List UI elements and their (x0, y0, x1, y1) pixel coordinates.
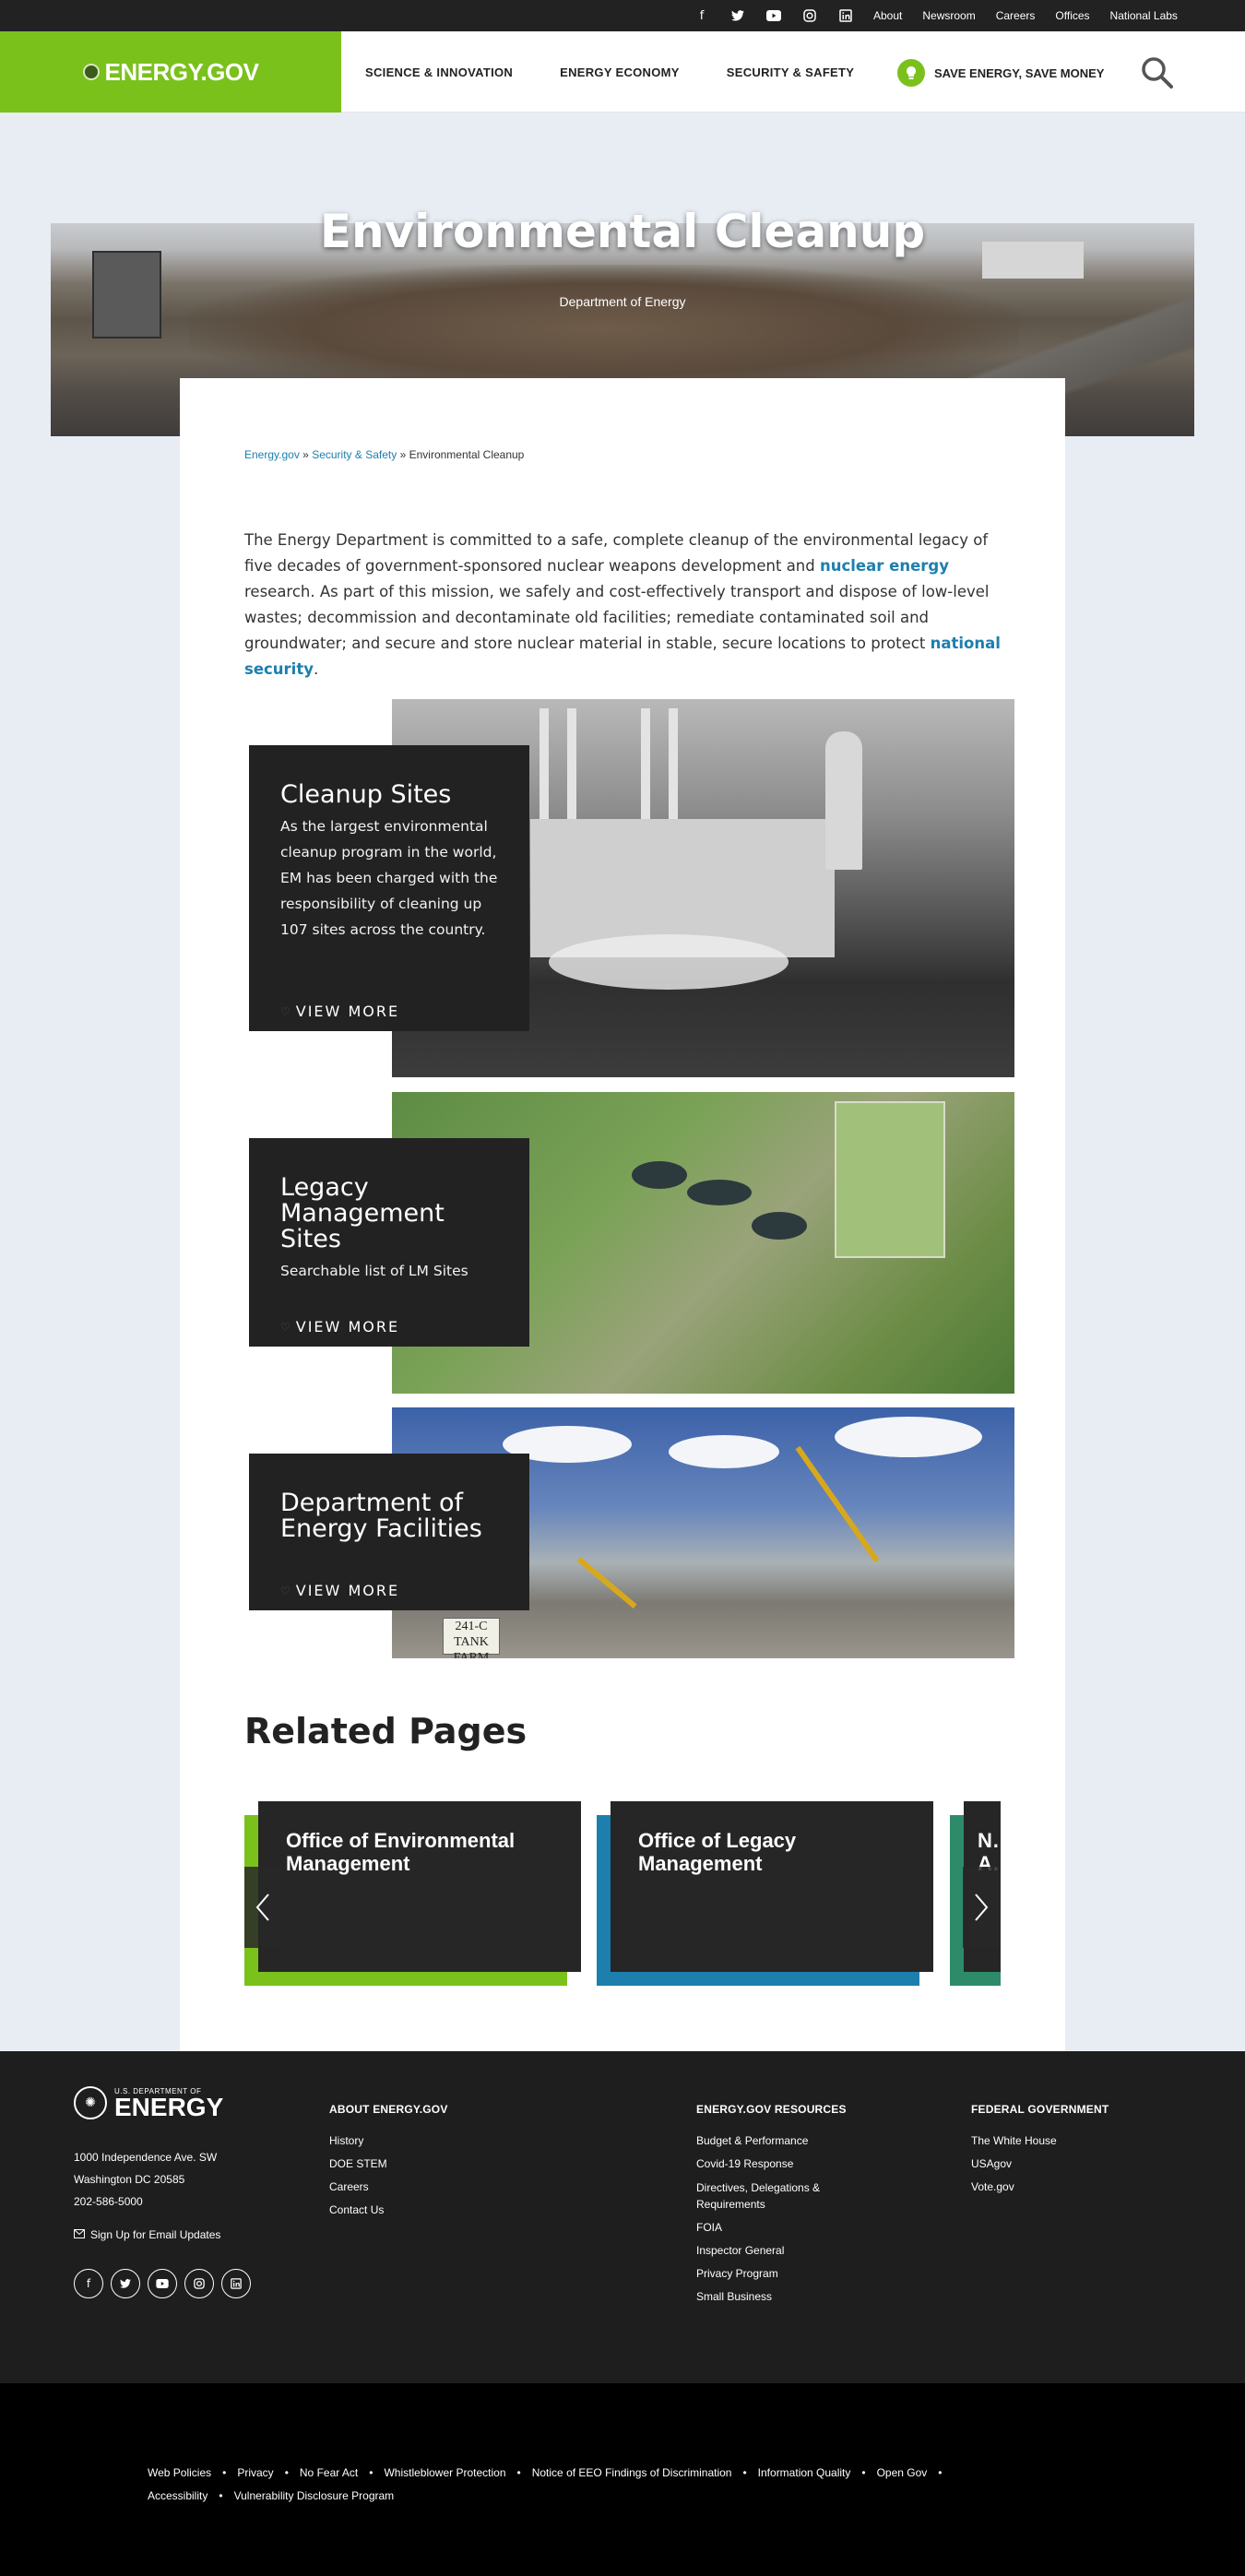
feature-title: Department of Energy Facilities (280, 1489, 482, 1543)
policy-link[interactable]: Accessibility (148, 2489, 208, 2502)
search-icon[interactable] (1140, 55, 1175, 90)
footer-link[interactable]: Directives, Delegations & Requirements (696, 2176, 862, 2216)
utility-link-newsroom[interactable]: Newsroom (922, 9, 975, 22)
site-logo[interactable]: ENERGY.GOV (0, 31, 341, 113)
breadcrumb-current: Environmental Cleanup (409, 448, 525, 461)
footer-link[interactable]: Contact Us (329, 2199, 448, 2222)
related-pages-heading: Related Pages (244, 1711, 528, 1751)
view-more-button[interactable]: ♡ VIEW MORE (280, 1582, 399, 1599)
instagram-icon[interactable] (800, 6, 819, 25)
sub-footer: Web Policies • Privacy • No Fear Act • W… (0, 2383, 1245, 2576)
footer-link[interactable]: Careers (329, 2176, 448, 2199)
youtube-icon[interactable] (148, 2269, 177, 2298)
twitter-icon[interactable] (111, 2269, 140, 2298)
footer-link[interactable]: Privacy Program (696, 2262, 862, 2285)
footer-link[interactable]: Budget & Performance (696, 2130, 862, 2153)
policy-link[interactable]: Vulnerability Disclosure Program (234, 2489, 395, 2502)
email-signup-link[interactable]: Sign Up for Email Updates (74, 2228, 220, 2241)
chevron-right-icon: ♡ (280, 1584, 292, 1597)
facebook-icon[interactable]: f (74, 2269, 103, 2298)
breadcrumb-separator: » (302, 448, 309, 461)
policy-link[interactable]: Whistleblower Protection (384, 2466, 505, 2479)
feature-description: Searchable list of LM Sites (280, 1263, 468, 1279)
breadcrumb: Energy.gov » Security & Safety » Environ… (244, 448, 524, 461)
nav-science-innovation[interactable]: SCIENCE & INNOVATION (365, 65, 513, 79)
footer-link[interactable]: USAgov (971, 2153, 1109, 2176)
feature-card-legacy-management: Legacy Management Sites Searchable list … (249, 1138, 529, 1347)
chevron-right-icon: ♡ (280, 1320, 292, 1334)
envelope-icon (74, 2228, 85, 2241)
save-energy-label: SAVE ENERGY, SAVE MONEY (934, 65, 1105, 80)
tank-farm-sign: 241-C TANK FARM (443, 1618, 500, 1658)
footer-link[interactable]: Inspector General (696, 2239, 862, 2262)
facebook-icon[interactable]: f (693, 6, 711, 25)
feature-title: Cleanup Sites (280, 780, 452, 809)
chevron-right-icon: ♡ (280, 1004, 292, 1018)
policy-link[interactable]: Privacy (237, 2466, 273, 2479)
policy-link[interactable]: Information Quality (758, 2466, 851, 2479)
carousel-next-button[interactable] (963, 1867, 1000, 1948)
footer-link[interactable]: Vote.gov (971, 2176, 1109, 2199)
instagram-icon[interactable] (184, 2269, 214, 2298)
footer-logo-main: ENERGY (114, 2092, 224, 2121)
related-card-title: Office of Environmental Management (286, 1829, 516, 1875)
related-card[interactable]: Office of Legacy Management (597, 1801, 933, 1986)
nuclear-energy-link[interactable]: nuclear energy (820, 557, 949, 575)
utility-social-links: f (693, 0, 872, 31)
linkedin-icon[interactable] (836, 6, 855, 25)
site-footer: ✺ U.S. DEPARTMENT OF ENERGY 1000 Indepen… (0, 2051, 1245, 2383)
utility-link-national-labs[interactable]: National Labs (1110, 9, 1178, 22)
breadcrumb-separator: » (399, 448, 407, 461)
footer-address: 1000 Independence Ave. SW Washington DC … (74, 2151, 218, 2208)
footer-logo[interactable]: ✺ U.S. DEPARTMENT OF ENERGY (74, 2086, 223, 2119)
twitter-icon[interactable] (729, 6, 747, 25)
breadcrumb-section[interactable]: Security & Safety (312, 448, 397, 461)
footer-link[interactable]: FOIA (696, 2216, 862, 2239)
breadcrumb-home[interactable]: Energy.gov (244, 448, 300, 461)
page-subtitle: Department of Energy (559, 294, 686, 309)
feature-card-cleanup-sites: Cleanup Sites As the largest environment… (249, 745, 529, 1031)
feature-description: As the largest environmental cleanup pro… (280, 818, 498, 938)
youtube-icon[interactable] (765, 6, 783, 25)
policy-link[interactable]: Notice of EEO Findings of Discrimination (532, 2466, 732, 2479)
related-card[interactable]: Office of Environmental Management (244, 1801, 581, 1986)
feature-card-doe-facilities: Department of Energy Facilities ♡ VIEW MO… (249, 1454, 529, 1610)
carousel-prev-button[interactable] (244, 1867, 281, 1948)
view-more-button[interactable]: ♡ VIEW MORE (280, 1003, 399, 1020)
footer-link[interactable]: Covid-19 Response (696, 2153, 862, 2176)
footer-link[interactable]: History (329, 2130, 448, 2153)
policy-links-row: Accessibility • Vulnerability Disclosure… (148, 2489, 395, 2502)
footer-column-federal: FEDERAL GOVERNMENT The White House USAgo… (971, 2103, 1109, 2199)
footer-column-resources: ENERGY.GOV RESOURCES Budget & Performanc… (696, 2103, 862, 2309)
related-card-title: Office of Legacy Management (638, 1829, 797, 1875)
main-nav: SCIENCE & INNOVATION ENERGY ECONOMY SECU… (341, 31, 854, 113)
policy-link[interactable]: Web Policies (148, 2466, 211, 2479)
utility-link-careers[interactable]: Careers (996, 9, 1036, 22)
policy-link[interactable]: Open Gov (877, 2466, 928, 2479)
doe-seal-icon (82, 64, 100, 80)
page-title: Environmental Cleanup (319, 205, 926, 258)
linkedin-icon[interactable] (221, 2269, 251, 2298)
utility-link-about[interactable]: About (873, 9, 902, 22)
nav-security-safety[interactable]: SECURITY & SAFETY (727, 65, 855, 79)
save-energy-link[interactable]: SAVE ENERGY, SAVE MONEY (897, 59, 1104, 87)
nav-energy-economy[interactable]: ENERGY ECONOMY (560, 65, 680, 79)
policy-links-row: Web Policies • Privacy • No Fear Act • W… (148, 2466, 943, 2479)
footer-column-about: ABOUT ENERGY.GOV History DOE STEM Career… (329, 2103, 448, 2222)
intro-paragraph: The Energy Department is committed to a … (244, 531, 1001, 678)
utility-links: About Newsroom Careers Offices National … (873, 0, 1198, 31)
logo-text: ENERGY.GOV (104, 57, 259, 86)
footer-link[interactable]: Small Business (696, 2285, 862, 2309)
utility-bar: f About Newsroom Careers Offices Nationa… (0, 0, 1245, 31)
policy-link[interactable]: No Fear Act (300, 2466, 358, 2479)
doe-seal-icon: ✺ (74, 2086, 107, 2119)
footer-social-links: f (74, 2269, 258, 2298)
view-more-button[interactable]: ♡ VIEW MORE (280, 1318, 399, 1335)
footer-link[interactable]: DOE STEM (329, 2153, 448, 2176)
lightbulb-icon (897, 59, 925, 87)
site-header: ENERGY.GOV SCIENCE & INNOVATION ENERGY E… (0, 31, 1245, 113)
utility-link-offices[interactable]: Offices (1055, 9, 1089, 22)
feature-title: Legacy Management Sites (280, 1173, 445, 1253)
footer-link[interactable]: The White House (971, 2130, 1109, 2153)
